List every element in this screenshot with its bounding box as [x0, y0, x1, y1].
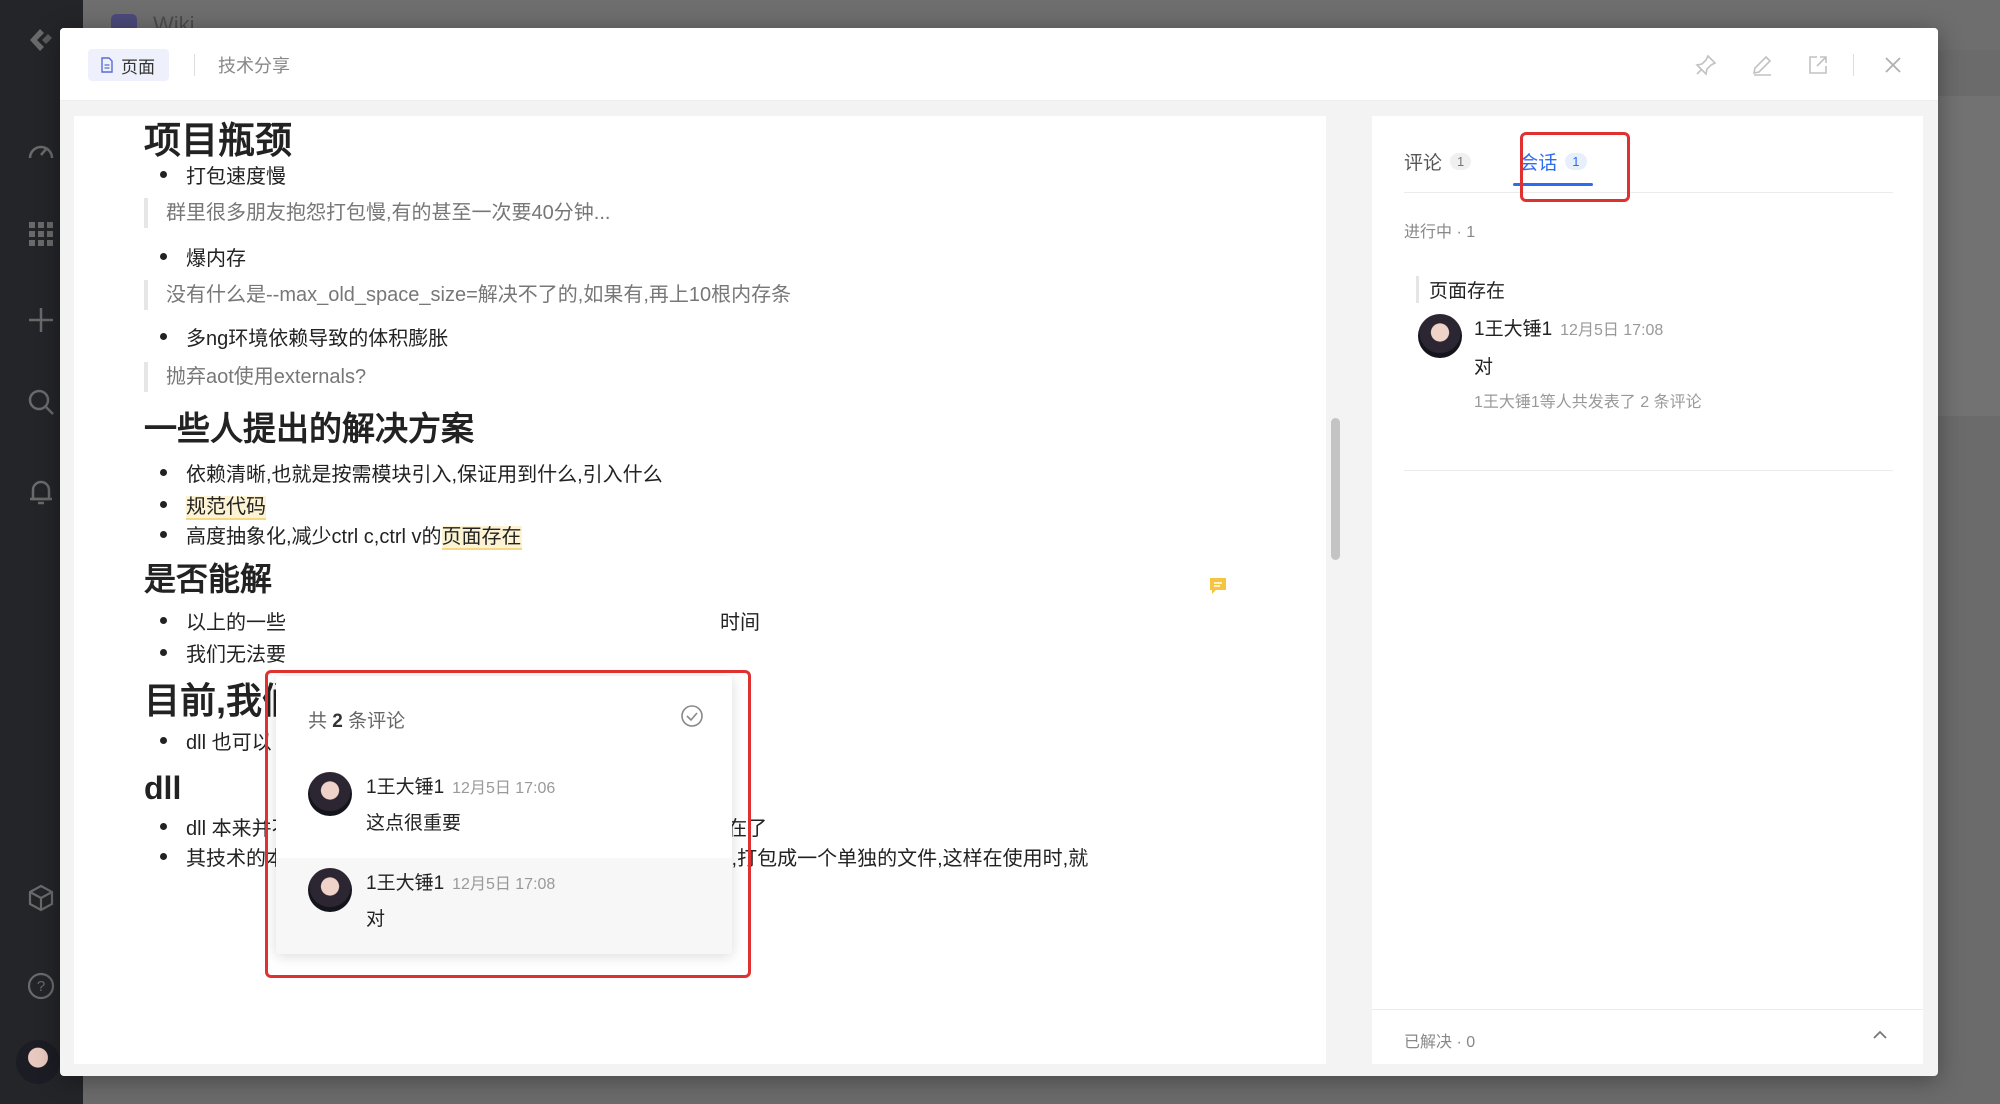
resolved-section[interactable]: 已解决 · 0 — [1372, 1009, 1923, 1065]
close-icon[interactable] — [1876, 48, 1910, 82]
comment-body: 对 — [366, 909, 386, 930]
popover-title: 共 2 条评论 — [308, 706, 405, 733]
thread-divider — [1404, 470, 1893, 471]
comment-author: 1王大锤1 12月5日 17:08 — [1474, 314, 1663, 341]
scrollbar-thumb[interactable] — [1331, 418, 1340, 560]
list-item-tail: 时间 — [720, 612, 760, 634]
blockquote: 群里很多朋友抱怨打包慢,有的甚至一次要40分钟... — [144, 198, 610, 228]
chevron-up-icon[interactable] — [1871, 1026, 1889, 1049]
tab-label: 会话 — [1519, 152, 1558, 174]
list-item: 规范代码 — [144, 490, 266, 520]
list-item: 多ng环境依赖导致的体积膨胀 — [144, 322, 448, 351]
header-separator — [1853, 54, 1854, 76]
panel-tabs: 评论 1 会话 1 — [1404, 144, 1635, 186]
heading-can-solve: 是否能解 — [144, 561, 273, 597]
comment-body: 对 — [1474, 357, 1494, 378]
comment-popover: 共 2 条评论 1王大锤1 12月5日 17:06 这点很重要 1王大锤1 12月5… — [276, 676, 732, 954]
in-progress-label: 进行中 · 1 — [1404, 224, 1476, 241]
avatar — [1418, 314, 1462, 358]
list-item: 我们无法要 — [144, 638, 286, 667]
tab-count-badge: 1 — [1565, 152, 1587, 170]
heading-dll: dll — [144, 770, 182, 806]
help-icon[interactable]: ? — [21, 966, 61, 1006]
comment-time: 12月5日 17:06 — [452, 780, 556, 797]
author-name: 1王大锤1 — [366, 777, 445, 798]
edit-icon[interactable] — [1745, 48, 1779, 82]
discussion-panel: 评论 1 会话 1 进行中 · 1 页面存在 1王大锤1 12月5日 17:08 … — [1372, 116, 1923, 1064]
comment-body: 这点很重要 — [366, 813, 462, 834]
modal-header: 页面 技术分享 — [60, 28, 1938, 101]
apps-grid-icon[interactable] — [21, 214, 61, 254]
popover-count: 2 — [332, 711, 343, 732]
page-tab[interactable]: 页面 — [88, 49, 169, 81]
comment-author: 1王大锤1 12月5日 17:06 — [366, 772, 555, 799]
blockquote: 抛弃aot使用externals? — [144, 362, 366, 392]
avatar — [308, 772, 352, 816]
heading-solutions: 一些人提出的解决方案 — [144, 410, 474, 447]
comment-time: 12月5日 17:08 — [1560, 322, 1664, 339]
cube-icon[interactable] — [21, 878, 61, 918]
popover-comment[interactable]: 1王大锤1 12月5日 17:06 这点很重要 — [276, 762, 732, 858]
breadcrumb[interactable]: 技术分享 — [218, 52, 290, 78]
heading-current: 目前,我们 — [144, 680, 299, 721]
list-item: 打包速度慢 — [144, 160, 286, 189]
tabs-divider — [1404, 192, 1893, 193]
list-item: 以上的一些 — [144, 606, 286, 635]
pin-icon[interactable] — [1689, 48, 1723, 82]
tab-comments[interactable]: 评论 1 — [1404, 144, 1472, 178]
list-item: 依赖清晰,也就是按需模块引入,保证用到什么,引入什么 — [144, 458, 663, 487]
resolve-check-icon[interactable] — [680, 704, 704, 733]
tab-count-badge: 1 — [1450, 152, 1472, 170]
list-item: dll 也可以 — [144, 726, 272, 755]
blockquote: 没有什么是--max_old_space_size=解决不了的,如果有,再上10… — [144, 280, 791, 310]
avatar — [308, 868, 352, 912]
list-item: 高度抽象化,减少ctrl c,ctrl v的页面存在 — [144, 520, 522, 550]
svg-text:?: ? — [37, 978, 45, 995]
popover-title-suffix: 条评论 — [342, 711, 406, 732]
author-name: 1王大锤1 — [1474, 319, 1553, 340]
resolved-label: 已解决 · 0 — [1404, 1034, 1476, 1051]
commented-text[interactable]: 页面存在 — [441, 526, 522, 550]
tab-label: 评论 — [1404, 152, 1443, 174]
header-actions — [1667, 48, 1910, 82]
comment-marker-icon[interactable] — [1208, 576, 1228, 596]
document-icon — [101, 57, 113, 73]
dashboard-icon[interactable] — [21, 132, 61, 172]
header-divider — [194, 54, 195, 76]
popover-comment[interactable]: 1王大锤1 12月5日 17:08 对 — [276, 858, 732, 954]
list-item-text: 高度抽象化,减少ctrl c,ctrl v的 — [186, 526, 442, 548]
tab-conversations[interactable]: 会话 1 — [1513, 144, 1593, 186]
add-icon[interactable] — [21, 300, 61, 340]
logo-icon — [21, 20, 61, 60]
page-tab-label: 页面 — [121, 57, 155, 77]
list-item: 爆内存 — [144, 242, 246, 271]
search-icon[interactable] — [21, 382, 61, 422]
document-scrollbar[interactable] — [1326, 114, 1346, 1064]
thread-summary: 1王大锤1等人共发表了 2 条评论 — [1474, 394, 1702, 411]
user-avatar[interactable] — [16, 1040, 60, 1084]
comment-time: 12月5日 17:08 — [452, 876, 556, 893]
comment-author: 1王大锤1 12月5日 17:08 — [366, 868, 555, 895]
author-name: 1王大锤1 — [366, 873, 445, 894]
heading-bottleneck: 项目瓶颈 — [144, 120, 292, 161]
popover-title-prefix: 共 — [308, 711, 333, 732]
open-external-icon[interactable] — [1801, 48, 1835, 82]
commented-text[interactable]: 规范代码 — [186, 496, 266, 520]
thread-quote[interactable]: 页面存在 — [1416, 276, 1505, 303]
bell-icon[interactable] — [21, 472, 61, 512]
